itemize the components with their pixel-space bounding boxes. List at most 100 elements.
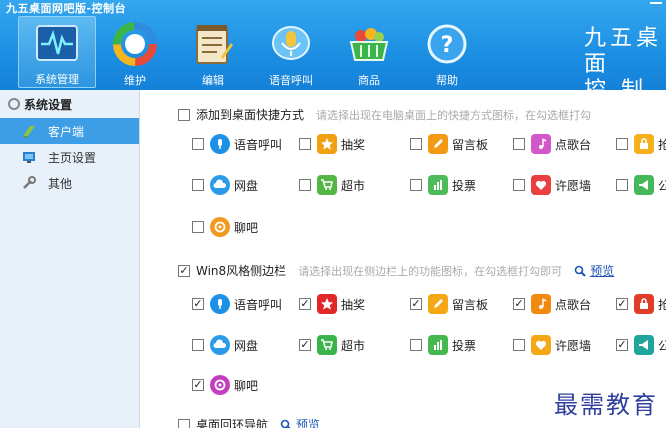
minimize-button[interactable] <box>650 0 662 4</box>
option-shortcut-cart[interactable]: 超市 <box>299 175 365 195</box>
option-label: 聊吧 <box>234 220 259 235</box>
option-win8-megaphone[interactable]: ✓ 公 <box>616 335 666 355</box>
option-checkbox[interactable] <box>410 138 422 150</box>
option-checkbox[interactable] <box>513 138 525 150</box>
option-checkbox[interactable]: ✓ <box>513 298 525 310</box>
option-checkbox[interactable] <box>513 339 525 351</box>
sidebar-item-other[interactable]: 其他 <box>0 170 139 196</box>
option-checkbox[interactable] <box>192 339 204 351</box>
option-checkbox[interactable]: ✓ <box>299 339 311 351</box>
section-loopnav-header: 桌面回环导航 预览 <box>178 416 320 428</box>
option-shortcut-pencil[interactable]: 留言板 <box>410 134 488 154</box>
section-win8-preview-link[interactable]: 预览 <box>574 262 614 279</box>
wrench-icon <box>22 176 36 190</box>
window-title: 九五桌面网吧版-控制台 <box>6 2 127 15</box>
toolbar-help[interactable]: ? 帮助 <box>408 16 486 88</box>
option-label: 投票 <box>452 178 477 193</box>
shopping-basket-icon <box>346 22 392 66</box>
toolbar-edit[interactable]: 编辑 <box>174 16 252 88</box>
option-shortcut-star[interactable]: 抽奖 <box>299 134 365 154</box>
pencil-icon <box>428 134 448 154</box>
microphone-icon <box>268 22 314 66</box>
option-checkbox[interactable] <box>299 138 311 150</box>
option-label: 抽奖 <box>341 137 366 152</box>
toolbar-voice-call[interactable]: 语音呼叫 <box>252 16 330 88</box>
preview-label: 预览 <box>296 418 321 428</box>
sidebar-item-homepage[interactable]: 主页设置 <box>0 144 139 170</box>
option-win8-pencil[interactable]: ✓ 留言板 <box>410 294 488 314</box>
option-checkbox[interactable] <box>192 138 204 150</box>
sidebar-heading[interactable]: 系统设置 <box>0 90 139 118</box>
cart-icon <box>317 175 337 195</box>
option-checkbox[interactable] <box>410 339 422 351</box>
option-label: 点歌台 <box>555 137 592 152</box>
magnifier-icon <box>574 265 586 277</box>
sidebar-item-client[interactable]: 客户端 <box>0 118 139 144</box>
option-label: 公 <box>658 178 666 193</box>
option-checkbox[interactable] <box>299 179 311 191</box>
watermark-text: 最需教育 <box>554 391 658 419</box>
option-shortcut-chat[interactable]: 聊吧 <box>192 217 258 237</box>
option-win8-bar-chart[interactable]: 投票 <box>410 335 476 355</box>
option-win8-chat[interactable]: ✓ 聊吧 <box>192 375 258 395</box>
option-shortcut-megaphone[interactable]: 公 <box>616 175 666 195</box>
toolbar-maintenance[interactable]: 维护 <box>96 16 174 88</box>
option-shortcut-lock[interactable]: 抢 <box>616 134 666 154</box>
cloud-icon <box>210 175 230 195</box>
option-shortcut-microphone[interactable]: 语音呼叫 <box>192 134 282 154</box>
toolbar-label: 编辑 <box>202 74 224 87</box>
option-shortcut-bar-chart[interactable]: 投票 <box>410 175 476 195</box>
sidebar-item-label: 主页设置 <box>48 150 97 165</box>
brand-line1: 九五桌面 <box>584 26 663 77</box>
bar-chart-icon <box>428 175 448 195</box>
toolbar-label: 商品 <box>358 74 380 87</box>
option-checkbox[interactable]: ✓ <box>192 379 204 391</box>
toolbar-label: 帮助 <box>436 74 458 87</box>
toolbar-system-management[interactable]: 系统管理 <box>18 16 96 88</box>
microphone-icon <box>210 134 230 154</box>
svg-text:?: ? <box>441 33 454 58</box>
option-shortcut-heart[interactable]: 许愿墙 <box>513 175 591 195</box>
option-label: 许愿墙 <box>555 178 592 193</box>
option-win8-microphone[interactable]: ✓ 语音呼叫 <box>192 294 282 314</box>
option-checkbox[interactable]: ✓ <box>192 298 204 310</box>
cart-icon <box>317 335 337 355</box>
toolbar-goods[interactable]: 商品 <box>330 16 408 88</box>
option-checkbox[interactable]: ✓ <box>616 298 628 310</box>
option-checkbox[interactable] <box>616 138 628 150</box>
section-win8-checkbox[interactable]: ✓ <box>178 264 190 277</box>
section-loopnav-checkbox[interactable] <box>178 418 190 428</box>
section-shortcut-checkbox[interactable] <box>178 108 190 121</box>
option-shortcut-music[interactable]: 点歌台 <box>513 134 591 154</box>
option-shortcut-cloud[interactable]: 网盘 <box>192 175 258 195</box>
main-panel: 添加到桌面快捷方式 请选择出现在电脑桌面上的快捷方式图标，在勾选框打勾 语音呼叫 抽奖… <box>172 90 666 428</box>
option-checkbox[interactable] <box>513 179 525 191</box>
sidebar: 系统设置 客户端 主页设置 其他 <box>0 90 140 428</box>
option-win8-music[interactable]: ✓ 点歌台 <box>513 294 591 314</box>
option-label: 语音呼叫 <box>234 137 283 152</box>
option-win8-cloud[interactable]: 网盘 <box>192 335 258 355</box>
option-win8-lock[interactable]: ✓ 抢 <box>616 294 666 314</box>
option-label: 抢 <box>658 297 666 312</box>
music-icon <box>531 294 551 314</box>
option-checkbox[interactable] <box>410 179 422 191</box>
option-win8-heart[interactable]: 许愿墙 <box>513 335 591 355</box>
option-win8-cart[interactable]: ✓ 超市 <box>299 335 365 355</box>
option-checkbox[interactable] <box>192 179 204 191</box>
option-label: 留言板 <box>452 137 489 152</box>
option-checkbox[interactable] <box>192 221 204 233</box>
sidebar-item-label: 其他 <box>48 176 73 191</box>
option-checkbox[interactable]: ✓ <box>410 298 422 310</box>
option-checkbox[interactable] <box>616 179 628 191</box>
star-icon <box>317 134 337 154</box>
option-checkbox[interactable]: ✓ <box>616 339 628 351</box>
client-arrow-icon <box>22 124 36 138</box>
option-checkbox[interactable]: ✓ <box>299 298 311 310</box>
option-label: 语音呼叫 <box>234 297 283 312</box>
option-win8-star[interactable]: ✓ 抽奖 <box>299 294 365 314</box>
section-win8-hint: 请选择出现在侧边栏上的功能图标，在勾选框打勾即可 <box>298 264 563 278</box>
section-loopnav-preview-link[interactable]: 预览 <box>280 416 320 428</box>
option-label: 抢 <box>658 137 666 152</box>
main-toolbar: 系统管理 维护 编辑 语音呼叫 商品 ? 帮助 <box>18 16 486 88</box>
section-shortcut-hint: 请选择出现在电脑桌面上的快捷方式图标，在勾选框打勾 <box>316 108 592 122</box>
